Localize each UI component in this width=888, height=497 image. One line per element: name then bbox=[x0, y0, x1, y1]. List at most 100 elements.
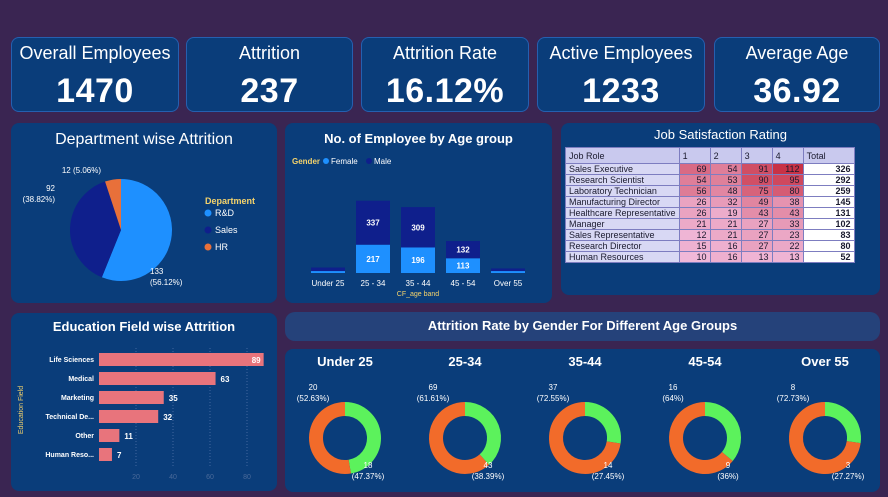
x-tick-label: Under 25 bbox=[312, 279, 345, 288]
rating-cell: 112 bbox=[771, 163, 804, 175]
rating-cell: 26 bbox=[678, 196, 711, 208]
gender-age-donuts-panel: Under 25 20 (52.63%) 18 (47.37%) 25-34 69 (61.6… bbox=[285, 349, 880, 492]
bar-data-label: 309 bbox=[411, 223, 425, 232]
bar-data-label: 196 bbox=[411, 256, 425, 265]
donut-title: 25-34 bbox=[448, 354, 482, 369]
table-row: Human Resources 10 16 13 13 52 bbox=[565, 251, 855, 263]
bar-data-label: 11 bbox=[124, 432, 133, 441]
donut-data-label: 37 bbox=[549, 383, 558, 392]
donut-data-label: 20 bbox=[309, 383, 318, 392]
dept-attrition-panel: Department wise Attrition 133 (56.12%) 92(… bbox=[11, 123, 277, 303]
donut-title: 35-44 bbox=[568, 354, 602, 369]
rating-cell: 10 bbox=[678, 251, 711, 263]
donut-data-label: 18 bbox=[364, 461, 373, 470]
bar-data-label: 32 bbox=[163, 413, 172, 422]
dept-pie-chart: 133 (56.12%) 92 (38.82%) 12 (5.06%) Departmen… bbox=[23, 166, 255, 287]
rating-cell: 21 bbox=[678, 218, 711, 230]
bar-male bbox=[311, 267, 345, 272]
table-row: Healthcare Representative 26 19 43 43 131 bbox=[565, 207, 855, 219]
rating-cell: 53 bbox=[709, 174, 742, 186]
y-tick-label: Medical bbox=[68, 376, 94, 383]
age-group-panel: No. of Employee by Age group Gender Femal… bbox=[285, 123, 552, 303]
bar-male bbox=[491, 268, 525, 272]
bar bbox=[99, 429, 120, 442]
gender-age-header: Attrition Rate by Gender For Different A… bbox=[285, 312, 880, 341]
rating-cell: 19 bbox=[709, 207, 742, 219]
legend-title: Department bbox=[205, 196, 255, 206]
rating-cell: 27 bbox=[740, 240, 773, 252]
job-role-cell: Manager bbox=[565, 218, 680, 230]
x-axis-label: CF_age band bbox=[397, 291, 440, 298]
kpi-value: 36.92 bbox=[753, 72, 841, 110]
donut-data-label: (27.45%) bbox=[592, 472, 625, 481]
total-cell: 145 bbox=[802, 196, 855, 208]
donut-segment-green bbox=[464, 402, 501, 465]
education-bar-chart: 20 40 60 80 Education Field Life Sciences 89 Me… bbox=[18, 348, 264, 481]
rating-cell: 23 bbox=[771, 229, 804, 241]
bar bbox=[99, 353, 264, 366]
rating-cell: 56 bbox=[678, 185, 711, 197]
total-cell: 102 bbox=[802, 218, 855, 230]
column-header[interactable]: 2 bbox=[709, 147, 742, 164]
donut-data-label: (52.63%) bbox=[297, 394, 330, 403]
table-header-row: Job Role 1 2 3 4 Total bbox=[565, 147, 855, 164]
donut-data-label: (64%) bbox=[662, 394, 684, 403]
job-role-cell: Human Resources bbox=[565, 251, 680, 263]
table-row: Research Scientist 54 53 90 95 292 bbox=[565, 174, 855, 186]
column-header[interactable]: 3 bbox=[740, 147, 773, 164]
donut-segment-green bbox=[824, 402, 861, 444]
kpi-value: 237 bbox=[240, 72, 299, 110]
rating-cell: 48 bbox=[709, 185, 742, 197]
column-header[interactable]: Job Role bbox=[565, 147, 680, 164]
kpi-value: 1233 bbox=[582, 72, 660, 110]
legend-marker bbox=[204, 243, 212, 251]
job-role-cell: Laboratory Technician bbox=[565, 185, 680, 197]
bar bbox=[99, 372, 216, 385]
donut-data-label: (72.55%) bbox=[537, 394, 570, 403]
y-tick-label: Marketing bbox=[61, 395, 94, 402]
y-tick-label: Human Reso... bbox=[45, 452, 94, 459]
rating-cell: 38 bbox=[771, 196, 804, 208]
table-row: Manufacturing Director 26 32 49 38 145 bbox=[565, 196, 855, 208]
pie-data-label: (56.12%) bbox=[150, 278, 183, 287]
donut-data-label: (27.27%) bbox=[832, 472, 865, 481]
x-tick-label: Over 55 bbox=[494, 279, 523, 288]
kpi-average-age: Average Age 36.92 bbox=[714, 37, 880, 112]
table-row: Sales Representative 12 21 27 23 83 bbox=[565, 229, 855, 241]
donut-segment-green bbox=[704, 402, 741, 461]
total-cell: 292 bbox=[802, 174, 855, 186]
rating-cell: 27 bbox=[740, 218, 773, 230]
gender-age-donut-charts: Under 25 20 (52.63%) 18 (47.37%) 25-34 69 (61.6… bbox=[297, 354, 865, 481]
x-tick-label: 25 - 34 bbox=[361, 279, 386, 288]
kpi-value: 16.12% bbox=[385, 72, 505, 110]
y-tick-label: Technical De... bbox=[46, 414, 95, 421]
rating-cell: 91 bbox=[740, 163, 773, 175]
total-cell: 83 bbox=[802, 229, 855, 241]
job-role-cell: Research Director bbox=[565, 240, 680, 252]
total-cell: 80 bbox=[802, 240, 855, 252]
column-header[interactable]: Total bbox=[802, 147, 855, 164]
column-header[interactable]: 4 bbox=[771, 147, 804, 164]
donut-data-label: (36%) bbox=[717, 472, 739, 481]
rating-cell: 54 bbox=[709, 163, 742, 175]
kpi-attrition: Attrition 237 bbox=[186, 37, 353, 112]
bar-female bbox=[491, 271, 525, 273]
rating-cell: 13 bbox=[740, 251, 773, 263]
total-cell: 326 bbox=[802, 163, 855, 175]
bar bbox=[99, 448, 112, 461]
kpi-label: Average Age bbox=[745, 43, 849, 63]
legend-item: R&D bbox=[215, 208, 235, 218]
kpi-attrition-rate: Attrition Rate 16.12% bbox=[361, 37, 529, 112]
pie-data-label: 12 (5.06%) bbox=[62, 166, 101, 175]
legend-item: Sales bbox=[215, 225, 238, 235]
pie-data-label: (38.82%) bbox=[23, 195, 56, 204]
donut-segment-orange bbox=[309, 402, 351, 474]
rating-cell: 69 bbox=[678, 163, 711, 175]
column-header[interactable]: 1 bbox=[678, 147, 711, 164]
rating-cell: 49 bbox=[740, 196, 773, 208]
x-tick-label: 80 bbox=[243, 474, 251, 481]
rating-cell: 16 bbox=[709, 240, 742, 252]
age-group-bar-chart: Gender Female Male Under 25 217 337 25 - 34 196… bbox=[292, 157, 525, 298]
donut-data-label: 69 bbox=[429, 383, 438, 392]
rating-cell: 95 bbox=[771, 174, 804, 186]
